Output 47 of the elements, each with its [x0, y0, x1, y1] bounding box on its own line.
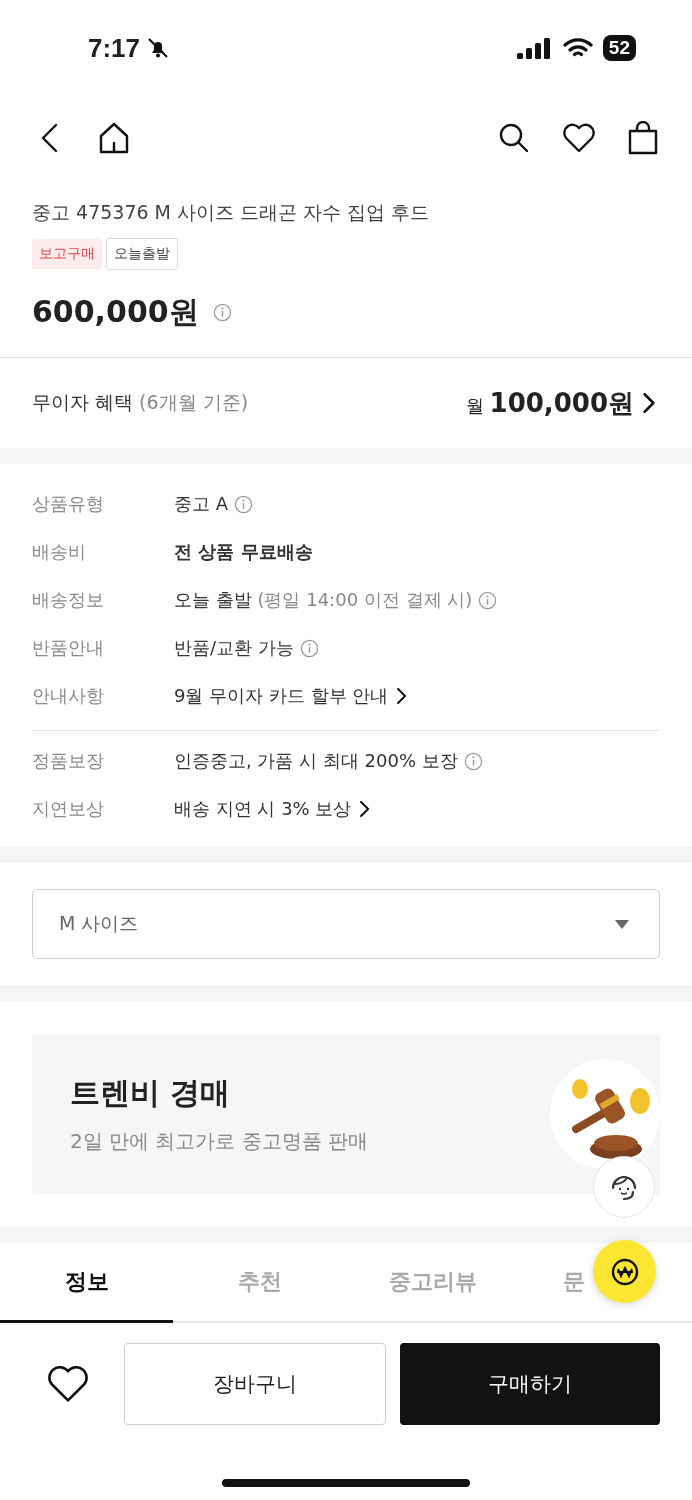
gavel-icon: [550, 1059, 660, 1169]
info-icon[interactable]: [478, 590, 498, 610]
chevron-right-icon[interactable]: [396, 688, 408, 704]
detail-value: 반품/교환 가능: [174, 636, 294, 660]
banner-title: 트렌비 경매: [70, 1074, 232, 1112]
product-price: 600,000원: [32, 293, 199, 331]
detail-value: 중고 A: [174, 492, 229, 516]
product-title: 중고 475376 M 사이즈 드래곤 자수 집업 후드: [32, 200, 431, 225]
auction-banner[interactable]: 트렌비 경매 2일 만에 최고가로 중고명품 판매: [32, 1034, 660, 1194]
detail-label: 상품유형: [32, 492, 105, 516]
detail-value: 9월 무이자 카드 할부 안내: [174, 684, 389, 708]
installment-amount[interactable]: 월 100,000원: [465, 385, 634, 421]
info-icon[interactable]: [299, 638, 319, 658]
wifi-icon: [562, 37, 593, 59]
dropdown-caret-icon: [615, 919, 629, 929]
clock-time: 7:17: [88, 32, 141, 64]
installment-label: 무이자 혜택 (6개월 기준): [32, 390, 249, 415]
detail-label: 배송비: [32, 540, 87, 564]
info-icon[interactable]: [212, 303, 232, 322]
heart-icon[interactable]: [562, 123, 596, 153]
detail-label: 지연보상: [32, 797, 105, 821]
detail-label: 정품보장: [32, 749, 105, 773]
product-tag: 보고구매: [32, 239, 102, 269]
detail-label: 반품안내: [32, 636, 105, 660]
section-tab[interactable]: 정보: [0, 1243, 173, 1323]
signal-icon: [516, 37, 553, 59]
buy-button[interactable]: 구매하기: [400, 1343, 660, 1425]
info-icon[interactable]: [463, 751, 483, 771]
shopping-bag-icon[interactable]: [628, 121, 658, 155]
battery-level: 52: [602, 35, 636, 61]
won-coin-icon[interactable]: [593, 1240, 656, 1303]
wishlist-heart-icon[interactable]: [46, 1365, 90, 1403]
search-icon[interactable]: [498, 122, 530, 154]
detail-label: 배송정보: [32, 588, 105, 612]
detail-value: 전 상품 무료배송: [174, 540, 313, 564]
detail-label: 안내사항: [32, 684, 105, 708]
banner-subtitle: 2일 만에 최고가로 중고명품 판매: [70, 1128, 369, 1155]
size-select[interactable]: M 사이즈: [32, 889, 660, 959]
home-icon[interactable]: [98, 122, 130, 154]
chevron-right-icon[interactable]: [359, 801, 371, 817]
detail-value: 오늘 출발 (평일 14:00 이전 결제 시): [174, 588, 473, 612]
detail-value: 배송 지연 시 3% 보상: [174, 797, 352, 821]
detail-value: 인증중고, 가품 시 최대 200% 보장: [174, 749, 458, 773]
cart-button[interactable]: 장바구니: [124, 1343, 386, 1425]
chevron-right-icon[interactable]: [642, 393, 656, 413]
info-icon[interactable]: [234, 494, 254, 514]
product-tag: 오늘출발: [106, 238, 178, 270]
